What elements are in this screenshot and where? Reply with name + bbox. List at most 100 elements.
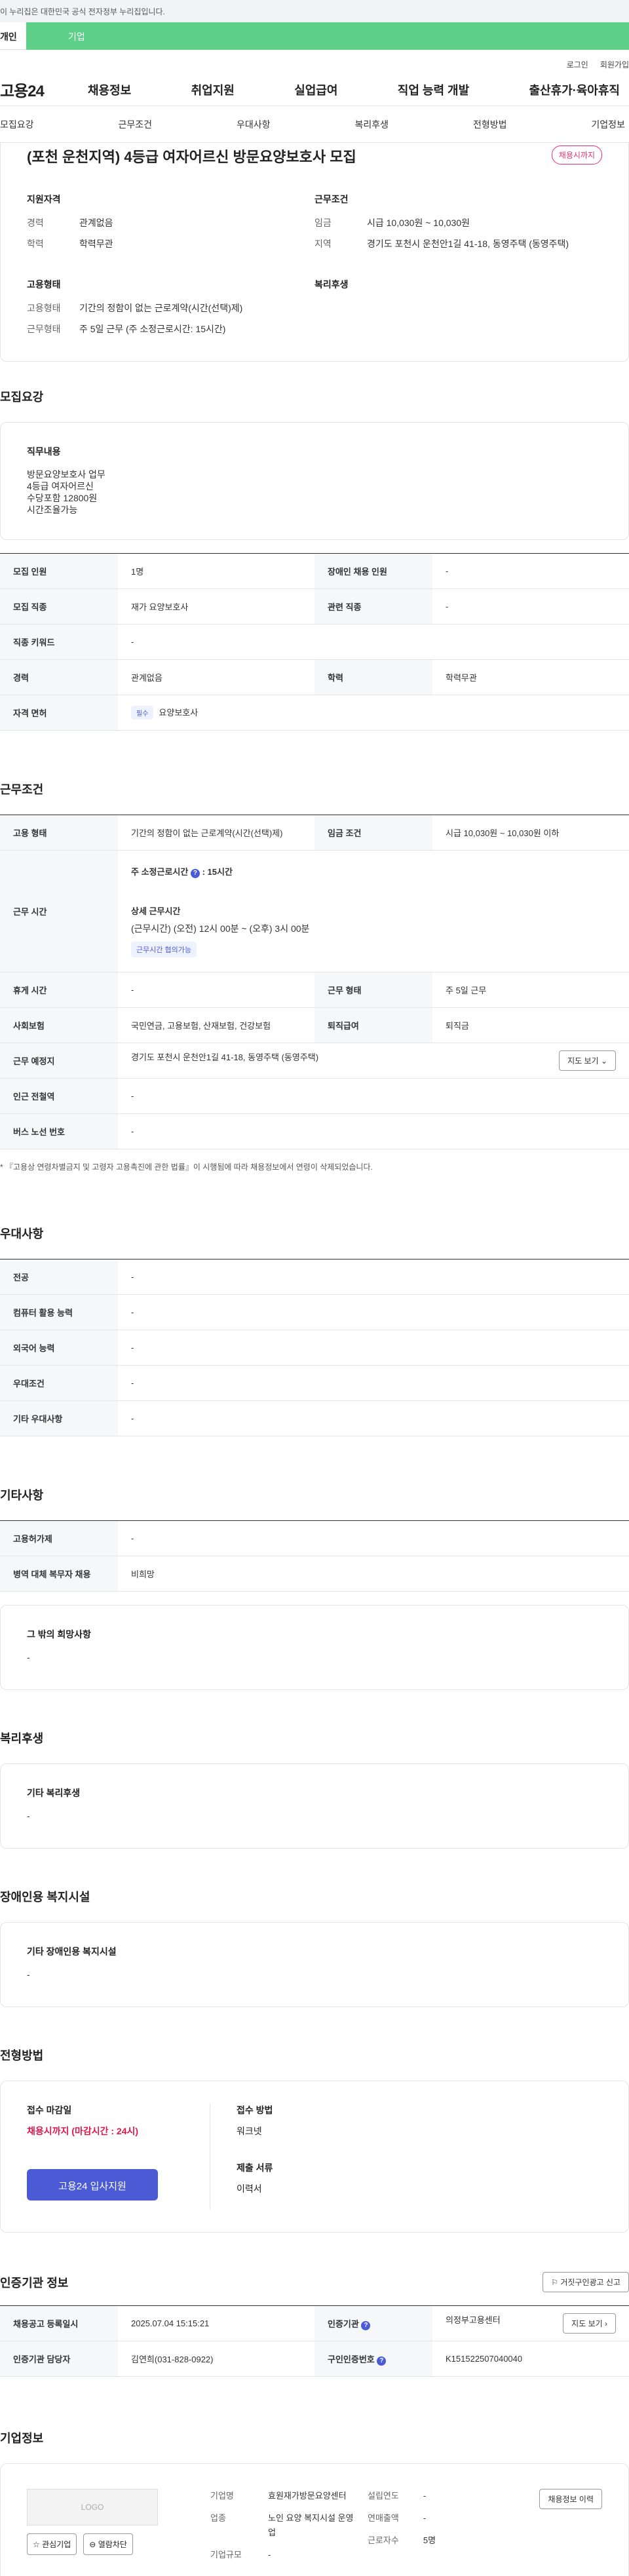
hiring-history-button[interactable]: 채용정보 이력 [539, 2489, 602, 2509]
other-wishes-title: 그 밖의 희망사항 [27, 1629, 91, 1640]
gnb-item-jobs[interactable]: 채용정보 [84, 81, 135, 98]
education-label: 학력 [27, 239, 44, 249]
table-row: 모집 인원 1명 장애인 채용 인원 - [0, 553, 629, 589]
location-label: 근무 예정지 [0, 1043, 118, 1079]
map-button[interactable]: 지도 보기 ⌄ [559, 1050, 616, 1071]
mode-tab-business[interactable]: 기업 [26, 22, 629, 50]
table-row: 버스 노선 번호 - [0, 1113, 629, 1149]
info-icon[interactable]: ? [377, 2356, 387, 2366]
favorite-button[interactable]: ☆ 관심기업 [27, 2533, 77, 2555]
work-type-label: 근무 형태 [314, 972, 432, 1008]
keyword-label: 직종 키워드 [0, 624, 118, 660]
table-row: 고용허가제 - [0, 1520, 629, 1556]
site-logo[interactable]: 고용24 [0, 78, 84, 101]
gov-banner: 이 누리집은 대한민국 공식 전자정부 누리집입니다. [0, 0, 629, 22]
headcount-value: 1명 [118, 553, 314, 589]
registered-value: 2025.07.04 15:15:21 [118, 2305, 314, 2341]
revenue-label: 연매출액 [368, 2513, 399, 2523]
info-icon[interactable]: ? [361, 2320, 371, 2330]
company-heading: 기업정보 [0, 2432, 44, 2445]
table-row: 채용공고 등록일시 2025.07.04 15:15:21 인증기관 ? 의정부… [0, 2305, 629, 2341]
other-wishes-box: 그 밖의 희망사항 - [0, 1605, 629, 1690]
table-row: 사회보험 국민연금, 고용보험, 산재보험, 건강보험 퇴직급여 퇴직금 [0, 1007, 629, 1043]
career-value: 관계없음 [79, 218, 113, 228]
welfare-section-heading: 복리후생 [0, 1732, 44, 1745]
manager-value: 김연희(031-828-0922) [118, 2341, 314, 2377]
table-row: 직종 키워드 - [0, 624, 629, 660]
info-icon[interactable]: ? [190, 869, 200, 878]
process-heading: 전형방법 [0, 2049, 44, 2062]
company-logo: LOGO [27, 2489, 158, 2526]
gnb-item-unemployment-benefit[interactable]: 실업급여 [290, 81, 341, 98]
employees-label: 근로자수 [368, 2535, 399, 2545]
report-button[interactable]: ⚐ 거짓구인광고 신고 [543, 2272, 629, 2292]
company-size-label: 기업규모 [210, 2550, 242, 2560]
cert-number-label: 구인인증번호 ? [314, 2341, 432, 2377]
star-icon: ☆ [33, 2540, 40, 2549]
tab-conditions[interactable]: 근무조건 [118, 118, 152, 131]
tab-preference[interactable]: 우대사항 [237, 118, 271, 131]
table-row: 자격 면허 필수 요양보호사 [0, 695, 629, 731]
agency-label: 인증기관 ? [314, 2305, 432, 2341]
global-nav: 고용24 채용정보 취업지원 실업급여 직업 능력 개발 출산휴가·육아휴직 [0, 73, 629, 106]
military-label: 병역 대체 복무자 채용 [0, 1556, 118, 1592]
documents-value: 이력서 [237, 2183, 262, 2194]
facility-heading: 장애인용 복지시설 [0, 1891, 90, 1904]
table-row: 컴퓨터 활용 능력 - [0, 1294, 629, 1330]
facility-value: - [27, 1969, 30, 1980]
table-row: 고용 형태 기간의 정함이 없는 근로계약(시간(선택)제) 임금 조건 시급 … [0, 815, 629, 851]
tab-welfare[interactable]: 복리후생 [354, 118, 389, 131]
company-name-label: 기업명 [210, 2491, 234, 2501]
employees-value: 5명 [423, 2535, 436, 2545]
table-row: 근무 시간 주 소정근로시간 ? : 15시간 상세 근무시간 (근무시간) (… [0, 850, 629, 972]
region-value: 경기도 포천시 운천안1길 41-18, 동영주택 (동영주택) [367, 239, 569, 249]
agency-map-button[interactable]: 지도 보기 › [563, 2313, 616, 2334]
conditions-table: 고용 형태 기간의 정함이 없는 근로계약(시간(선택)제) 임금 조건 시급 … [0, 815, 629, 1149]
severance-label: 퇴직급여 [314, 1007, 432, 1043]
recruit-table: 모집 인원 1명 장애인 채용 인원 - 모집 직종 재가 요양보호사 관련 직… [0, 553, 629, 731]
industry-label: 업종 [210, 2513, 226, 2523]
job-description-box: 직무내용 방문요양보호사 업무 4등급 여자어르신 수당포함 12800원 시간… [0, 422, 629, 540]
welfare-heading: 복리후생 [314, 279, 349, 290]
registered-label: 채용공고 등록일시 [0, 2305, 118, 2341]
table-row: 경력 관계없음 학력 학력무관 [0, 659, 629, 695]
page-tabs: 모집요강 근무조건 우대사항 복리후생 전형방법 기업정보 [0, 106, 629, 143]
agency-header: 인증기관 정보 ⚐ 거짓구인광고 신고 [0, 2272, 629, 2292]
apply-button[interactable]: 고용24 입사지원 [27, 2169, 158, 2201]
tab-company[interactable]: 기업정보 [591, 118, 625, 131]
work-hours-label: 근무 시간 [0, 850, 118, 972]
facility-title: 기타 장애인용 복지시설 [27, 1946, 117, 1957]
career-label: 경력 [0, 659, 118, 695]
job-description-title: 직무내용 [27, 446, 61, 457]
industry-value: 노인 요양 복지시설 운영업 [268, 2513, 354, 2537]
process-box: 접수 마감일 채용시까지 (마감시간 : 24시) 고용24 입사지원 접수 방… [0, 2081, 629, 2233]
gnb-item-job-training[interactable]: 직업 능력 개발 [394, 81, 473, 98]
welfare-title: 기타 복리후생 [27, 1788, 81, 1798]
work-permit-value: - [118, 1520, 629, 1556]
employment-type-value: 기간의 정함이 없는 근로계약(시간(선택)제) [79, 303, 243, 313]
table-row: 휴게 시간 - 근무 형태 주 5일 근무 [0, 972, 629, 1008]
job-description-text: 방문요양보호사 업무 4등급 여자어르신 수당포함 12800원 시간조율가능 [27, 469, 105, 515]
signup-link[interactable]: 회원가입 [600, 59, 629, 73]
job-summary-card: (포천 운천지역) 4등급 여자어르신 방문요양보호사 모집 채용시까지 지원자… [0, 143, 629, 362]
mode-tab-personal[interactable]: 개인 [0, 22, 26, 50]
tab-process[interactable]: 전형방법 [473, 118, 507, 131]
tab-recruit[interactable]: 모집요강 [0, 118, 34, 131]
gnb-item-employment-support[interactable]: 취업지원 [187, 81, 238, 98]
major-value: - [118, 1259, 629, 1295]
welfare-box: 기타 복리후생 - [0, 1763, 629, 1849]
block-button[interactable]: ⊖ 열람차단 [83, 2533, 133, 2555]
cert-number-value: K151522507040040 [432, 2341, 629, 2377]
employment-type-label: 고용 형태 [0, 815, 118, 851]
facility-box: 기타 장애인용 복지시설 - [0, 1922, 629, 2007]
login-link[interactable]: 로그인 [567, 59, 588, 73]
other-wishes-value: - [27, 1652, 30, 1663]
computer-skill-value: - [118, 1294, 629, 1330]
weekly-hours: 주 소정근로시간 ? : 15시간 [131, 867, 233, 878]
etc-heading: 기타사항 [0, 1489, 44, 1502]
founded-value: - [423, 2491, 427, 2501]
bus-label: 버스 노선 번호 [0, 1113, 118, 1149]
other-preference-value: - [118, 1400, 629, 1436]
work-type-value: 주 5일 근무 [432, 972, 629, 1008]
gnb-item-parental-leave[interactable]: 출산휴가·육아휴직 [525, 81, 624, 98]
